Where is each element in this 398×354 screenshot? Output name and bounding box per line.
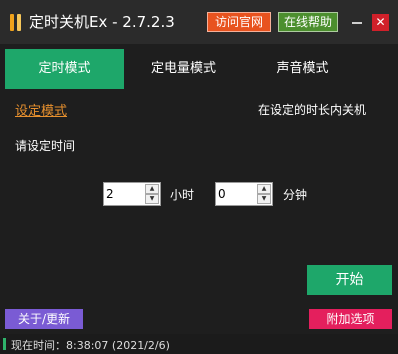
status-indicator — [3, 338, 6, 350]
set-mode-link[interactable]: 设定模式 — [15, 100, 67, 119]
hours-stepper[interactable]: 2 ▲ ▼ — [103, 182, 161, 206]
tab-sound-mode[interactable]: 声音模式 — [243, 49, 362, 89]
minutes-unit-label: 分钟 — [283, 188, 308, 202]
window-title: 定时关机Ex - 2.7.2.3 — [29, 13, 175, 31]
hours-input[interactable]: 2 — [106, 183, 144, 205]
minutes-down-arrow-icon[interactable]: ▼ — [257, 194, 271, 204]
hours-unit-label: 小时 — [170, 188, 195, 202]
extra-options-button[interactable]: 附加选项 — [309, 309, 392, 329]
about-update-button[interactable]: 关于/更新 — [5, 309, 83, 329]
start-button[interactable]: 开始 — [307, 265, 392, 295]
visit-website-button[interactable]: 访问官网 — [207, 12, 271, 32]
minimize-icon[interactable] — [352, 22, 362, 24]
mode-tabs: 定时模式 定电量模式 声音模式 — [0, 49, 398, 89]
current-time-text: 现在时间：8:38:07 (2021/2/6) — [11, 339, 170, 352]
status-bar: 现在时间：8:38:07 (2021/2/6) — [0, 334, 398, 354]
mode-description: 在设定的时长内关机 — [258, 103, 367, 117]
tab-timer-mode[interactable]: 定时模式 — [5, 49, 124, 89]
tab-battery-mode[interactable]: 定电量模式 — [124, 49, 243, 89]
close-icon[interactable]: ✕ — [372, 14, 389, 31]
online-help-button[interactable]: 在线帮助 — [278, 12, 338, 32]
app-logo-icon — [10, 14, 22, 31]
hours-up-arrow-icon[interactable]: ▲ — [145, 184, 159, 194]
set-time-label: 请设定时间 — [15, 139, 76, 153]
minutes-input[interactable]: 0 — [218, 183, 256, 205]
hours-down-arrow-icon[interactable]: ▼ — [145, 194, 159, 204]
minutes-stepper[interactable]: 0 ▲ ▼ — [215, 182, 273, 206]
minutes-up-arrow-icon[interactable]: ▲ — [257, 184, 271, 194]
title-bar: 定时关机Ex - 2.7.2.3 访问官网 在线帮助 ✕ — [0, 0, 398, 44]
